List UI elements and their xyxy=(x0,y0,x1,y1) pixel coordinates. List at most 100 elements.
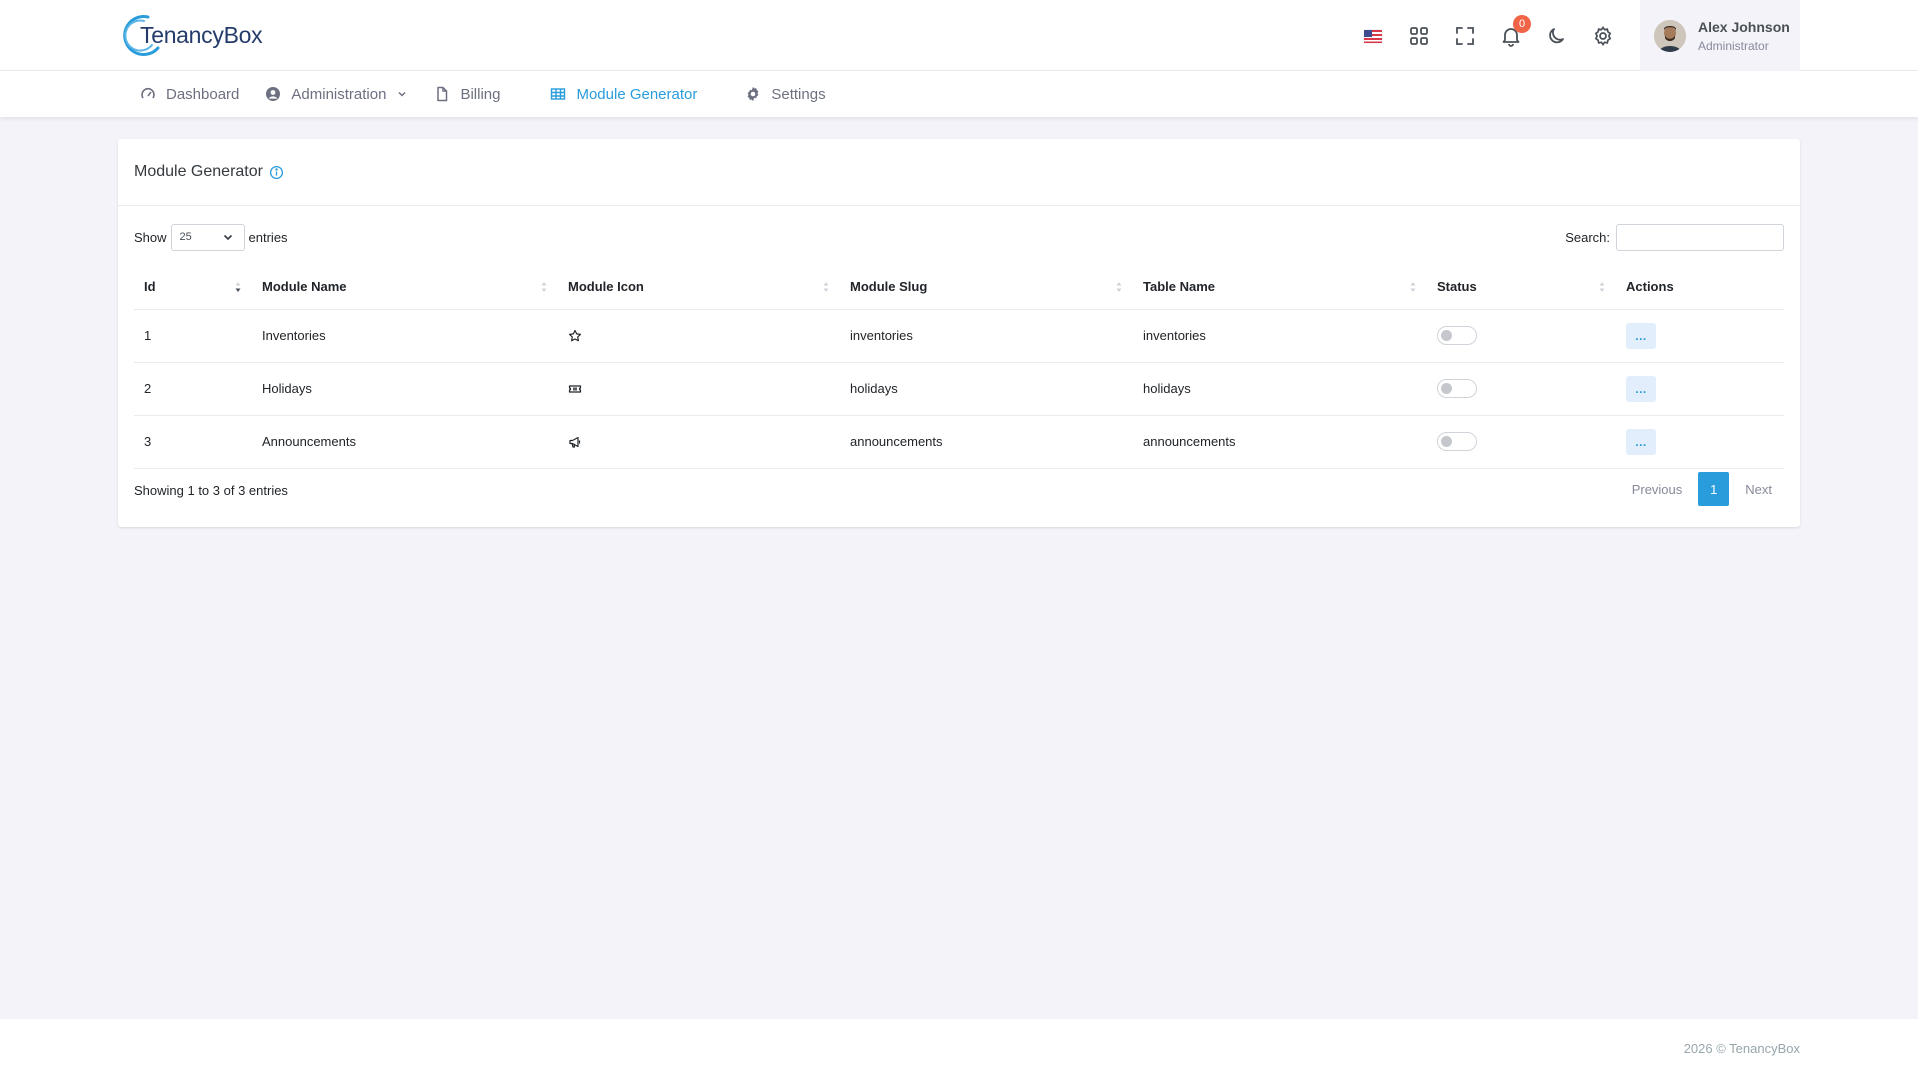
user-menu[interactable]: Alex Johnson Administrator xyxy=(1640,0,1800,71)
cell-status xyxy=(1427,415,1616,469)
user-role: Administrator xyxy=(1698,38,1769,53)
nav-item-billing[interactable]: Billing xyxy=(434,86,500,103)
column-header-module-icon[interactable]: Module Icon xyxy=(558,265,840,310)
cell-module-icon xyxy=(558,309,840,363)
status-toggle[interactable] xyxy=(1437,379,1477,398)
column-header-table-name[interactable]: Table Name xyxy=(1133,265,1427,310)
info-icon[interactable] xyxy=(269,165,284,180)
page-length-value: 25 xyxy=(179,231,192,243)
nav-label: Administration xyxy=(291,85,387,103)
apps-grid-icon xyxy=(1410,26,1428,45)
nav-label: Module Generator xyxy=(576,85,698,103)
actions-menu-button[interactable]: ... xyxy=(1626,428,1656,455)
table-row: 3 Announcements announcements announceme… xyxy=(134,415,1784,469)
actions-menu-button[interactable]: ... xyxy=(1626,375,1656,402)
nav-item-settings[interactable]: Settings xyxy=(745,86,826,103)
cell-module-slug: holidays xyxy=(840,362,1133,416)
status-toggle[interactable] xyxy=(1437,326,1477,345)
cell-id: 3 xyxy=(134,415,252,469)
actions-menu-button[interactable]: ... xyxy=(1626,322,1656,349)
column-header-module-name[interactable]: Module Name xyxy=(252,265,558,310)
settings-button[interactable] xyxy=(1580,13,1626,59)
fullscreen-icon xyxy=(1456,26,1474,45)
table-row: 1 Inventories inventories inventories ..… xyxy=(134,309,1784,363)
nav-item-administration[interactable]: Administration xyxy=(265,86,408,103)
nav-item-dashboard[interactable]: Dashboard xyxy=(140,86,239,103)
table-header-row: Id Module Name Module Icon Module Slug T… xyxy=(134,265,1784,310)
card-header: Module Generator xyxy=(118,139,1800,206)
cell-id: 1 xyxy=(134,309,252,363)
modules-table: Id Module Name Module Icon Module Slug T… xyxy=(134,265,1784,469)
cell-module-name: Inventories xyxy=(252,309,558,363)
cell-status xyxy=(1427,309,1616,363)
main-nav: Dashboard Administration Billing Module … xyxy=(0,71,1918,117)
cell-status xyxy=(1427,362,1616,416)
search-control: Search: xyxy=(1565,222,1784,252)
cell-module-icon xyxy=(558,362,840,416)
chevron-down-icon xyxy=(223,234,232,241)
pagination-page-1[interactable]: 1 xyxy=(1698,472,1730,506)
cell-actions: ... xyxy=(1616,415,1784,469)
table-row: 2 Holidays holidays holidays ... xyxy=(134,362,1784,416)
notifications-button[interactable]: 0 xyxy=(1488,13,1534,59)
nav-item-module-generator[interactable]: Module Generator xyxy=(550,86,697,103)
status-toggle[interactable] xyxy=(1437,432,1477,451)
sort-icon xyxy=(541,282,547,292)
table-grid-icon xyxy=(551,88,566,100)
dark-mode-button[interactable] xyxy=(1534,13,1580,59)
cell-module-slug: announcements xyxy=(840,415,1133,469)
user-name: Alex Johnson xyxy=(1698,18,1790,35)
page-footer: 2026 © TenancyBox xyxy=(0,1019,1918,1079)
entries-label: entries xyxy=(248,229,288,245)
gear-icon xyxy=(1594,25,1612,46)
column-header-actions: Actions xyxy=(1616,265,1784,310)
speedometer-icon xyxy=(141,87,155,99)
avatar xyxy=(1654,19,1686,52)
sort-icon xyxy=(1599,282,1605,292)
search-label: Search: xyxy=(1565,229,1610,245)
page-length-select[interactable]: 25 xyxy=(170,223,245,251)
avatar-image-icon xyxy=(1654,19,1686,52)
us-flag-icon xyxy=(1363,29,1383,43)
ticket-icon xyxy=(568,384,582,393)
brand-name: TenancyBox xyxy=(140,21,263,48)
top-header: TenancyBox 0 Alex Johnson Administrator xyxy=(0,0,1918,71)
column-header-id[interactable]: Id xyxy=(134,265,252,310)
cell-module-icon xyxy=(558,415,840,469)
user-info: Alex Johnson Administrator xyxy=(1698,19,1790,53)
sort-icon xyxy=(823,282,829,292)
star-icon xyxy=(569,329,581,341)
user-circle-icon xyxy=(266,87,281,101)
show-label: Show xyxy=(134,229,167,245)
megaphone-icon xyxy=(569,436,581,448)
moon-icon xyxy=(1549,27,1564,43)
page-length-control: Show 25 entries xyxy=(134,222,288,252)
cell-table-name: inventories xyxy=(1133,309,1427,363)
sort-icon xyxy=(1410,282,1416,292)
cell-id: 2 xyxy=(134,362,252,416)
table-info: Showing 1 to 3 of 3 entries xyxy=(134,483,288,498)
copyright-text: 2026 © TenancyBox xyxy=(1683,1041,1800,1056)
gear-icon xyxy=(747,86,759,102)
file-icon xyxy=(437,86,448,102)
brand-logo[interactable]: TenancyBox xyxy=(118,10,263,60)
apps-button[interactable] xyxy=(1396,13,1442,59)
pagination-previous[interactable]: Previous xyxy=(1620,482,1695,497)
pagination-next[interactable]: Next xyxy=(1733,482,1784,497)
fullscreen-button[interactable] xyxy=(1442,13,1488,59)
chevron-down-icon xyxy=(398,91,406,97)
cell-actions: ... xyxy=(1616,309,1784,363)
cell-actions: ... xyxy=(1616,362,1784,416)
search-input[interactable] xyxy=(1616,223,1784,251)
column-header-status[interactable]: Status xyxy=(1427,265,1616,310)
page-title: Module Generator xyxy=(134,163,263,180)
column-header-module-slug[interactable]: Module Slug xyxy=(840,265,1133,310)
cell-module-slug: inventories xyxy=(840,309,1133,363)
language-flag-button[interactable] xyxy=(1350,13,1396,59)
cell-table-name: announcements xyxy=(1133,415,1427,469)
cell-table-name: holidays xyxy=(1133,362,1427,416)
table-controls: Show 25 entries Search: xyxy=(134,222,1784,252)
nav-label: Billing xyxy=(460,85,501,103)
sort-desc-icon xyxy=(235,282,241,292)
notification-badge: 0 xyxy=(1513,14,1531,33)
